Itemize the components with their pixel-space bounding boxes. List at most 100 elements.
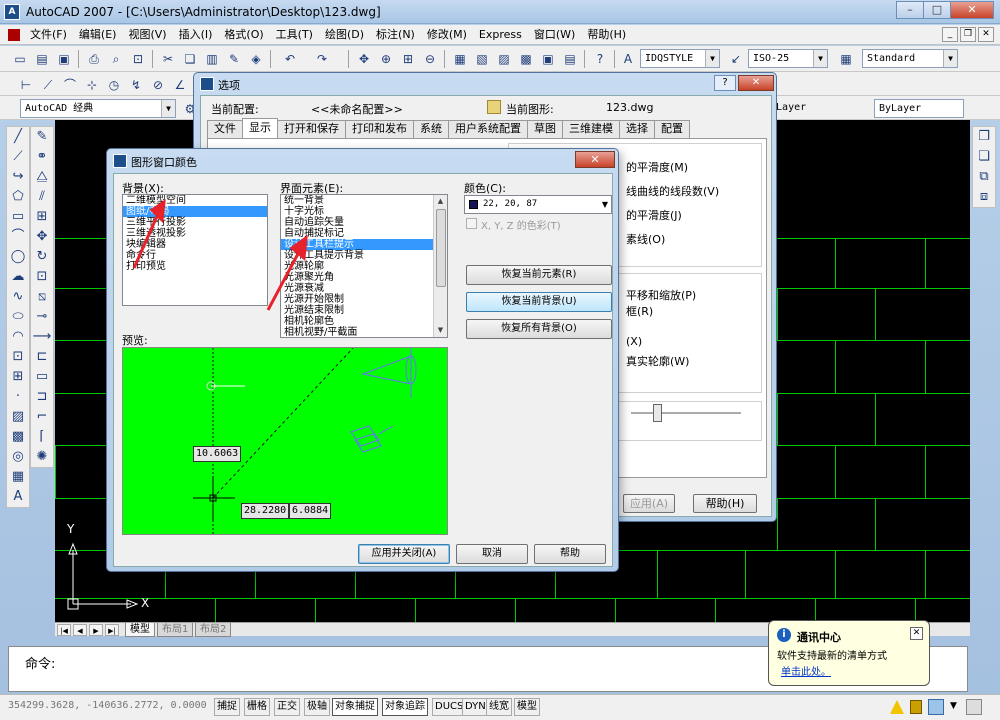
bring-above-icon[interactable]: ⧉ — [973, 167, 995, 187]
trim-icon[interactable]: ⊸ — [31, 307, 53, 327]
restore-element-button[interactable]: 恢复当前元素(R) — [466, 265, 612, 285]
tab-user-preferences[interactable]: 用户系统配置 — [448, 120, 528, 138]
tab-open-save[interactable]: 打开和保存 — [277, 120, 346, 138]
restore-all-button[interactable]: 恢复所有背景(O) — [466, 319, 612, 339]
send-under-icon[interactable]: ⧈ — [973, 187, 995, 207]
copy-icon[interactable]: ❏ — [180, 49, 200, 69]
workspace-combo[interactable]: AutoCAD 经典 ▼ — [20, 99, 176, 118]
menu-file[interactable]: 文件(F) — [24, 25, 73, 45]
table-style-combo[interactable]: Standard ▼ — [862, 49, 958, 68]
model-toggle[interactable]: 模型 — [514, 698, 540, 716]
menu-format[interactable]: 格式(O) — [218, 25, 269, 45]
insert-block-icon[interactable]: ⊡ — [7, 347, 29, 367]
dim-style-icon[interactable]: ↙ — [726, 49, 746, 69]
circle-icon[interactable]: ◯ — [7, 247, 29, 267]
redo-icon[interactable]: ↷ — [312, 49, 332, 69]
table-style-icon[interactable]: ▦ — [836, 49, 856, 69]
list-item[interactable]: 三维平行投影 — [123, 217, 267, 228]
pan-icon[interactable]: ✥ — [354, 49, 374, 69]
radius-dim-icon[interactable]: ◷ — [104, 75, 124, 95]
new-icon[interactable]: ▭ — [10, 49, 30, 69]
offset-icon[interactable]: ⫽ — [31, 187, 53, 207]
rotate-icon[interactable]: ↻ — [31, 247, 53, 267]
color-select[interactable]: 22, 20, 87 ▼ — [464, 195, 612, 214]
tab-plot-publish[interactable]: 打印和发布 — [345, 120, 414, 138]
tint-xyz-checkbox[interactable] — [466, 218, 477, 229]
menu-express[interactable]: Express — [473, 25, 528, 45]
polygon-icon[interactable]: ⬠ — [7, 187, 29, 207]
apply-close-button[interactable]: 应用并关闭(A) — [358, 544, 450, 564]
colors-close-button[interactable]: ✕ — [575, 151, 615, 168]
menu-dimension[interactable]: 标注(N) — [370, 25, 421, 45]
chamfer-icon[interactable]: ⌐ — [31, 407, 53, 427]
doc-minimize-button[interactable]: _ — [942, 27, 958, 42]
last-tab-button[interactable]: ▶| — [105, 624, 119, 636]
tab-selection[interactable]: 选择 — [619, 120, 655, 138]
revcloud-icon[interactable]: ☁ — [7, 267, 29, 287]
save-icon[interactable]: ▣ — [54, 49, 74, 69]
preview-icon[interactable]: ⌕ — [106, 49, 126, 69]
tab-system[interactable]: 系统 — [413, 120, 449, 138]
paste-icon[interactable]: ▥ — [202, 49, 222, 69]
mirror-icon[interactable]: ⧋ — [31, 167, 53, 187]
options-close-button[interactable]: ✕ — [738, 75, 774, 91]
polar-toggle[interactable]: 极轴 — [304, 698, 330, 716]
cancel-button[interactable]: 取消 — [456, 544, 528, 564]
context-listbox[interactable]: 二维模型空间 图纸/布局 三维平行投影 三维透视投影 块编辑器 命令行 打印预览 — [122, 194, 268, 306]
publish-icon[interactable]: ⊡ — [128, 49, 148, 69]
list-item[interactable]: 相机视野/平截面 — [281, 327, 447, 337]
dim-style-combo[interactable]: ISO-25 ▼ — [748, 49, 828, 68]
list-item[interactable]: 光源开始限制 — [281, 294, 447, 305]
list-item[interactable]: 统一背景 — [281, 195, 447, 206]
menu-draw[interactable]: 绘图(D) — [319, 25, 370, 45]
prev-tab-button[interactable]: ◀ — [73, 624, 87, 636]
otrack-toggle[interactable]: 对象追踪 — [382, 698, 428, 716]
extend-icon[interactable]: ⟶ — [31, 327, 53, 347]
text-icon[interactable]: A — [7, 487, 29, 507]
scroll-down-icon[interactable]: ▼ — [434, 324, 447, 337]
arc-icon[interactable]: ⌒ — [7, 227, 29, 247]
menu-view[interactable]: 视图(V) — [122, 25, 172, 45]
spline-icon[interactable]: ∿ — [7, 287, 29, 307]
lock-icon[interactable] — [910, 700, 922, 714]
menu-help[interactable]: 帮助(H) — [581, 25, 632, 45]
tab-layout2[interactable]: 布局2 — [195, 623, 232, 637]
fade-slider-thumb[interactable] — [653, 404, 662, 422]
list-item[interactable]: 光源衰减 — [281, 283, 447, 294]
list-item[interactable]: 二维模型空间 — [123, 195, 267, 206]
polyline-icon[interactable]: ↪ — [7, 167, 29, 187]
send-back-icon[interactable]: ❏ — [973, 147, 995, 167]
arc-length-icon[interactable]: ⌒ — [60, 75, 80, 95]
clean-screen-icon[interactable] — [966, 699, 982, 715]
options-apply-button[interactable]: 应用(A) — [623, 494, 675, 513]
list-item[interactable]: 十字光标 — [281, 206, 447, 217]
help-button[interactable]: 帮助 — [534, 544, 606, 564]
autocad-app-icon[interactable]: A — [4, 4, 20, 20]
balloon-close-icon[interactable]: ✕ — [910, 627, 923, 640]
markup-icon[interactable]: ▣ — [538, 49, 558, 69]
sheet-set-icon[interactable]: ▩ — [516, 49, 536, 69]
doc-close-button[interactable]: ✕ — [978, 27, 994, 42]
snap-toggle[interactable]: 捕捉 — [214, 698, 240, 716]
tool-palettes-icon[interactable]: ▨ — [494, 49, 514, 69]
balloon-link[interactable]: 单击此处。 — [781, 663, 831, 678]
design-center-icon[interactable]: ▧ — [472, 49, 492, 69]
text-style-icon[interactable]: A — [618, 49, 638, 69]
move-icon[interactable]: ✥ — [31, 227, 53, 247]
tab-display[interactable]: 显示 — [242, 118, 278, 138]
list-item[interactable]: 自动追踪矢量 — [281, 217, 447, 228]
region-icon[interactable]: ◎ — [7, 447, 29, 467]
list-item[interactable]: 命令行 — [123, 250, 267, 261]
tab-model[interactable]: 模型 — [125, 623, 155, 637]
restore-context-button[interactable]: 恢复当前背景(U) — [466, 292, 612, 312]
open-icon[interactable]: ▤ — [32, 49, 52, 69]
status-menu-chevron-icon[interactable]: ▼ — [950, 701, 957, 711]
gradient-icon[interactable]: ▩ — [7, 427, 29, 447]
tab-files[interactable]: 文件 — [207, 120, 243, 138]
list-item[interactable]: 光源结束限制 — [281, 305, 447, 316]
properties-icon[interactable]: ▦ — [450, 49, 470, 69]
chevron-down-icon[interactable]: ▼ — [602, 196, 608, 213]
array-icon[interactable]: ⊞ — [31, 207, 53, 227]
erase-icon[interactable]: ✎ — [31, 127, 53, 147]
hatch-icon[interactable]: ▨ — [7, 407, 29, 427]
